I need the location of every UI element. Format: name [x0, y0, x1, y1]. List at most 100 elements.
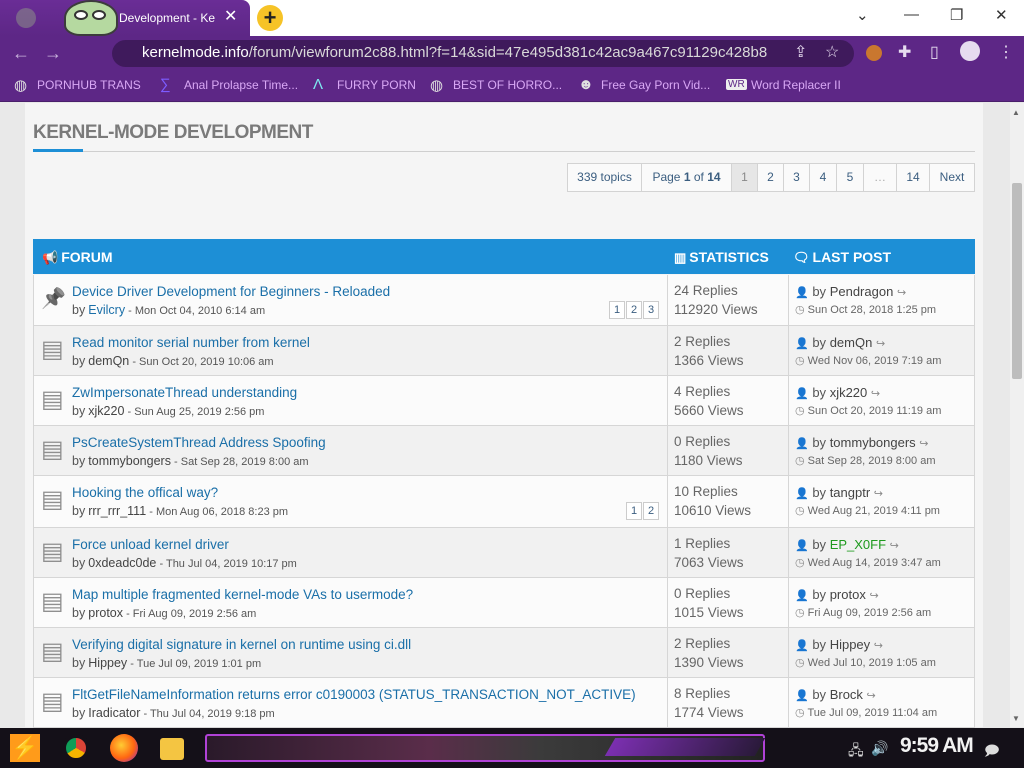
goto-post-icon[interactable]: ↪ [876, 338, 885, 350]
by-label: by [72, 303, 86, 317]
topic-title-link[interactable]: Map multiple fragmented kernel-mode VAs … [72, 587, 413, 602]
user-icon: 👤 [795, 287, 809, 299]
page-button[interactable]: 4 [809, 163, 837, 192]
scroll-down-icon[interactable]: ▼ [1012, 714, 1020, 723]
topic-title-link[interactable]: Hooking the offical way? [72, 485, 218, 500]
last-post-author-link[interactable]: tommybongers [830, 435, 916, 450]
goto-post-icon[interactable]: ↪ [897, 287, 906, 299]
goto-post-icon[interactable]: ↪ [874, 640, 883, 652]
topic-title-link[interactable]: ZwImpersonateThread understanding [72, 385, 297, 400]
topic-title-link[interactable]: FltGetFileNameInformation returns error … [72, 687, 636, 702]
topic-title-link[interactable]: Read monitor serial number from kernel [72, 335, 310, 350]
bookmark-item[interactable]: PORNHUB TRANS [37, 78, 141, 92]
topic-title-link[interactable]: PsCreateSystemThread Address Spoofing [72, 435, 326, 450]
volume-icon[interactable]: 🔊 [871, 740, 888, 757]
goto-post-icon[interactable]: ↪ [867, 690, 876, 702]
taskbar-clock[interactable]: 9:59 AM [900, 734, 974, 758]
profile-avatar-icon[interactable] [960, 41, 980, 61]
last-post-date: Sun Oct 28, 2018 1:25 pm [807, 304, 937, 316]
topic-author-link[interactable]: Hippey [88, 656, 127, 670]
chrome-taskbar-icon[interactable] [62, 734, 90, 762]
topic-author-link[interactable]: protox [88, 606, 123, 620]
share-icon[interactable]: ⇪ [794, 42, 807, 62]
topic-page-button[interactable]: 2 [626, 301, 642, 319]
topic-author-link[interactable]: tommybongers [88, 454, 171, 468]
last-post-author-link[interactable]: xjk220 [830, 385, 868, 400]
favicon-eye-icon [74, 10, 88, 20]
extensions-puzzle-icon[interactable]: ✚ [898, 42, 911, 62]
topic-cell: ▤ Force unload kernel driver by 0xdeadc0de… [34, 528, 667, 577]
goto-post-icon[interactable]: ↪ [871, 388, 880, 400]
bookmark-item[interactable]: Word Replacer II [751, 78, 841, 92]
minimize-icon[interactable]: — [904, 6, 919, 23]
bookmark-star-icon[interactable]: ☆ [825, 42, 839, 62]
page-button[interactable]: 5 [836, 163, 864, 192]
topic-page-button[interactable]: 3 [643, 301, 659, 319]
forward-icon[interactable]: → [44, 43, 62, 64]
topic-icon: ▤ [41, 486, 64, 513]
chevron-down-icon[interactable]: ⌄ [856, 6, 869, 24]
views-count: 7063 Views [674, 555, 744, 570]
topic-title-link[interactable]: Verifying digital signature in kernel on… [72, 637, 411, 652]
topic-page-button[interactable]: 2 [643, 502, 659, 520]
last-post-cell: 👤 by tommybongers ↪ ◷ Sat Sep 28, 2019 8:… [788, 426, 975, 475]
last-post-author-link[interactable]: Pendragon [830, 284, 894, 299]
clock-icon: ◷ [795, 304, 805, 316]
goto-post-icon[interactable]: ↪ [919, 438, 928, 450]
start-button[interactable]: ⚡ [10, 734, 40, 762]
topic-icon: ▤ [41, 336, 64, 363]
notification-icon[interactable]: 🗩 [984, 740, 1000, 764]
topic-title-link[interactable]: Device Driver Development for Beginners … [72, 284, 390, 299]
extension-avatar-icon[interactable] [866, 45, 882, 61]
topic-author-link[interactable]: xjk220 [88, 404, 124, 418]
topic-author-link[interactable]: Evilcry [88, 303, 125, 317]
last-post-author-link[interactable]: tangptr [830, 485, 870, 500]
topic-author-link[interactable]: demQn [88, 354, 129, 368]
file-explorer-icon[interactable] [160, 738, 184, 760]
goto-post-icon[interactable]: ↪ [869, 590, 878, 602]
topic-author-link[interactable]: Iradicator [88, 706, 140, 720]
side-panel-icon[interactable]: ▯ [930, 42, 939, 62]
menu-dots-icon[interactable]: ⋮ [998, 42, 1014, 62]
favicon-eye-icon [92, 10, 106, 20]
next-page-button[interactable]: Next [929, 163, 975, 192]
page-indicator[interactable]: Page 1 of 14 [641, 163, 732, 192]
scrollbar-thumb[interactable] [1012, 183, 1022, 379]
forum-column-header: 📢 FORUM [42, 249, 113, 265]
topic-icon: ▤ [41, 538, 64, 565]
last-post-author-link[interactable]: Hippey [830, 637, 870, 652]
last-post-cell: 👤 by Hippey ↪ ◷ Wed Jul 10, 2019 1:05 am [788, 628, 975, 677]
page-title[interactable]: KERNEL-MODE DEVELOPMENT [33, 122, 313, 144]
goto-post-icon[interactable]: ↪ [890, 540, 899, 552]
firefox-taskbar-icon[interactable] [110, 734, 138, 762]
last-post-author-link[interactable]: EP_X0FF [830, 537, 886, 552]
bookmark-item[interactable]: Anal Prolapse Time... [184, 78, 298, 92]
replies-count: 0 Replies [674, 434, 731, 449]
bookmark-item[interactable]: FURRY PORN [337, 78, 416, 92]
goto-post-icon[interactable]: ↪ [874, 488, 883, 500]
topic-author-link[interactable]: 0xdeadc0de [88, 556, 156, 570]
last-post-author-link[interactable]: Brock [830, 687, 863, 702]
bookmark-item[interactable]: BEST OF HORRO... [453, 78, 562, 92]
tab-close-icon[interactable]: ✕ [224, 8, 237, 26]
topic-author-link[interactable]: rrr_rrr_111 [88, 504, 146, 518]
topic-icon: ▤ [41, 436, 64, 463]
last-post-author-link[interactable]: demQn [830, 335, 873, 350]
page-button[interactable]: 2 [757, 163, 784, 192]
page-button[interactable]: 14 [896, 163, 930, 192]
network-icon[interactable]: 🖧 [848, 740, 864, 764]
topic-title-link[interactable]: Force unload kernel driver [72, 537, 229, 552]
topic-page-button[interactable]: 1 [626, 502, 642, 520]
back-icon[interactable]: ← [12, 43, 30, 64]
new-tab-button[interactable]: + [257, 5, 283, 31]
restore-icon[interactable]: ❐ [950, 6, 963, 24]
last-post-author-link[interactable]: protox [830, 587, 866, 602]
table-row: ▤ Map multiple fragmented kernel-mode VAs… [33, 578, 975, 628]
topic-cell: 📌 Device Driver Development for Beginners… [34, 275, 667, 325]
url-text[interactable]: kernelmode.info/forum/viewforum2c88.html… [142, 44, 767, 61]
page-button[interactable]: 3 [783, 163, 810, 192]
bookmark-item[interactable]: Free Gay Porn Vid... [601, 78, 710, 92]
window-close-icon[interactable]: ✕ [995, 6, 1008, 24]
topic-page-button[interactable]: 1 [609, 301, 625, 319]
scroll-up-icon[interactable]: ▲ [1012, 108, 1020, 117]
